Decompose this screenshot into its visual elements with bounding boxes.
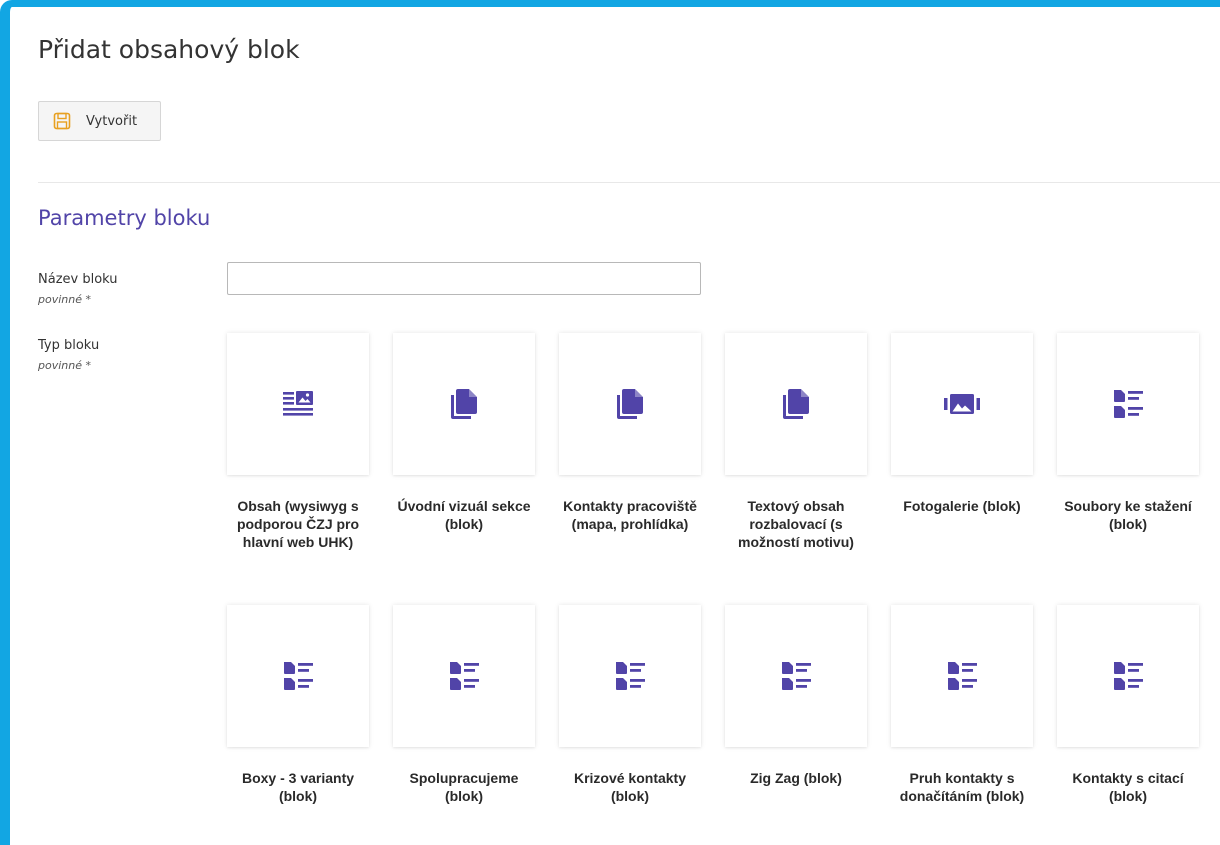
create-button[interactable]: Vytvořit bbox=[38, 101, 161, 141]
block-type-label: Zig Zag (blok) bbox=[750, 770, 842, 786]
block-type-tile[interactable]: Obsah (wysiwyg s podporou ČZJ pro hlavní… bbox=[227, 333, 369, 605]
block-type-label: Textový obsah rozbalovací (s možností mo… bbox=[738, 498, 854, 550]
block-type-tile-box[interactable] bbox=[227, 605, 369, 747]
block-type-tile-box[interactable] bbox=[559, 333, 701, 475]
copy-documents-icon bbox=[448, 387, 480, 421]
block-type-tile[interactable]: Krizové kontakty (blok) bbox=[559, 605, 701, 845]
block-type-label: Typ bloku bbox=[38, 338, 100, 353]
copy-documents-icon bbox=[614, 387, 646, 421]
window-frame: Přidat obsahový blok Vytvořit Parametry … bbox=[0, 0, 1220, 845]
block-type-tile[interactable]: Kontakty pracoviště (mapa, prohlídka) bbox=[559, 333, 701, 605]
file-list-icon bbox=[281, 659, 315, 693]
photo-gallery-icon bbox=[943, 392, 981, 416]
article-image-icon bbox=[281, 389, 315, 419]
block-type-label: Soubory ke stažení (blok) bbox=[1064, 498, 1192, 532]
block-type-tile[interactable]: Úvodní vizuál sekce (blok) bbox=[393, 333, 535, 605]
floppy-disk-icon bbox=[52, 111, 72, 131]
section-title: Parametry bloku bbox=[38, 206, 211, 230]
block-type-label: Kontakty pracoviště (mapa, prohlídka) bbox=[563, 498, 697, 532]
block-type-label: Boxy - 3 varianty (blok) bbox=[241, 770, 355, 804]
block-type-tile[interactable]: Boxy - 3 varianty (blok) bbox=[227, 605, 369, 845]
copy-documents-icon bbox=[780, 387, 812, 421]
create-button-label: Vytvořit bbox=[86, 113, 138, 129]
block-type-tile-box[interactable] bbox=[393, 605, 535, 747]
block-type-label: Úvodní vizuál sekce (blok) bbox=[397, 498, 531, 532]
block-type-tile[interactable]: Spolupracujeme (blok) bbox=[393, 605, 535, 845]
block-type-label: Krizové kontakty (blok) bbox=[573, 770, 687, 804]
block-type-label: Fotogalerie (blok) bbox=[903, 498, 1021, 514]
block-type-tile-box[interactable] bbox=[891, 333, 1033, 475]
block-type-tile-box[interactable] bbox=[725, 333, 867, 475]
block-type-label: Pruh kontakty s donačítáním (blok) bbox=[899, 770, 1025, 804]
block-type-tile[interactable]: Soubory ke stažení (blok) bbox=[1057, 333, 1199, 605]
block-type-tile-box[interactable] bbox=[1057, 333, 1199, 475]
block-type-tile-box[interactable] bbox=[891, 605, 1033, 747]
block-type-label: Obsah (wysiwyg s podporou ČZJ pro hlavní… bbox=[236, 498, 360, 550]
block-name-label: Název bloku bbox=[38, 272, 118, 287]
file-list-icon bbox=[779, 659, 813, 693]
block-type-tile-box[interactable] bbox=[725, 605, 867, 747]
file-list-icon bbox=[945, 659, 979, 693]
block-type-label: Spolupracujeme (blok) bbox=[409, 770, 519, 804]
page-title: Přidat obsahový blok bbox=[38, 35, 300, 64]
block-type-label: Kontakty s citací (blok) bbox=[1072, 770, 1184, 804]
block-type-tile-box[interactable] bbox=[227, 333, 369, 475]
divider bbox=[38, 182, 1220, 183]
block-name-input[interactable] bbox=[227, 262, 701, 295]
block-type-tile-box[interactable] bbox=[393, 333, 535, 475]
block-type-tile[interactable]: Fotogalerie (blok) bbox=[891, 333, 1033, 605]
file-list-icon bbox=[613, 659, 647, 693]
block-type-tile[interactable]: Textový obsah rozbalovací (s možností mo… bbox=[725, 333, 867, 605]
block-type-tile[interactable]: Zig Zag (blok) bbox=[725, 605, 867, 845]
file-list-icon bbox=[1111, 387, 1145, 421]
block-type-tile[interactable]: Pruh kontakty s donačítáním (blok) bbox=[891, 605, 1033, 845]
block-type-tile-box[interactable] bbox=[1057, 605, 1199, 747]
block-name-required-note: povinné * bbox=[38, 293, 91, 306]
block-type-tile-box[interactable] bbox=[559, 605, 701, 747]
file-list-icon bbox=[447, 659, 481, 693]
block-type-required-note: povinné * bbox=[38, 359, 91, 372]
file-list-icon bbox=[1111, 659, 1145, 693]
block-type-tile[interactable]: Kontakty s citací (blok) bbox=[1057, 605, 1199, 845]
block-type-grid: Obsah (wysiwyg s podporou ČZJ pro hlavní… bbox=[227, 333, 1202, 845]
